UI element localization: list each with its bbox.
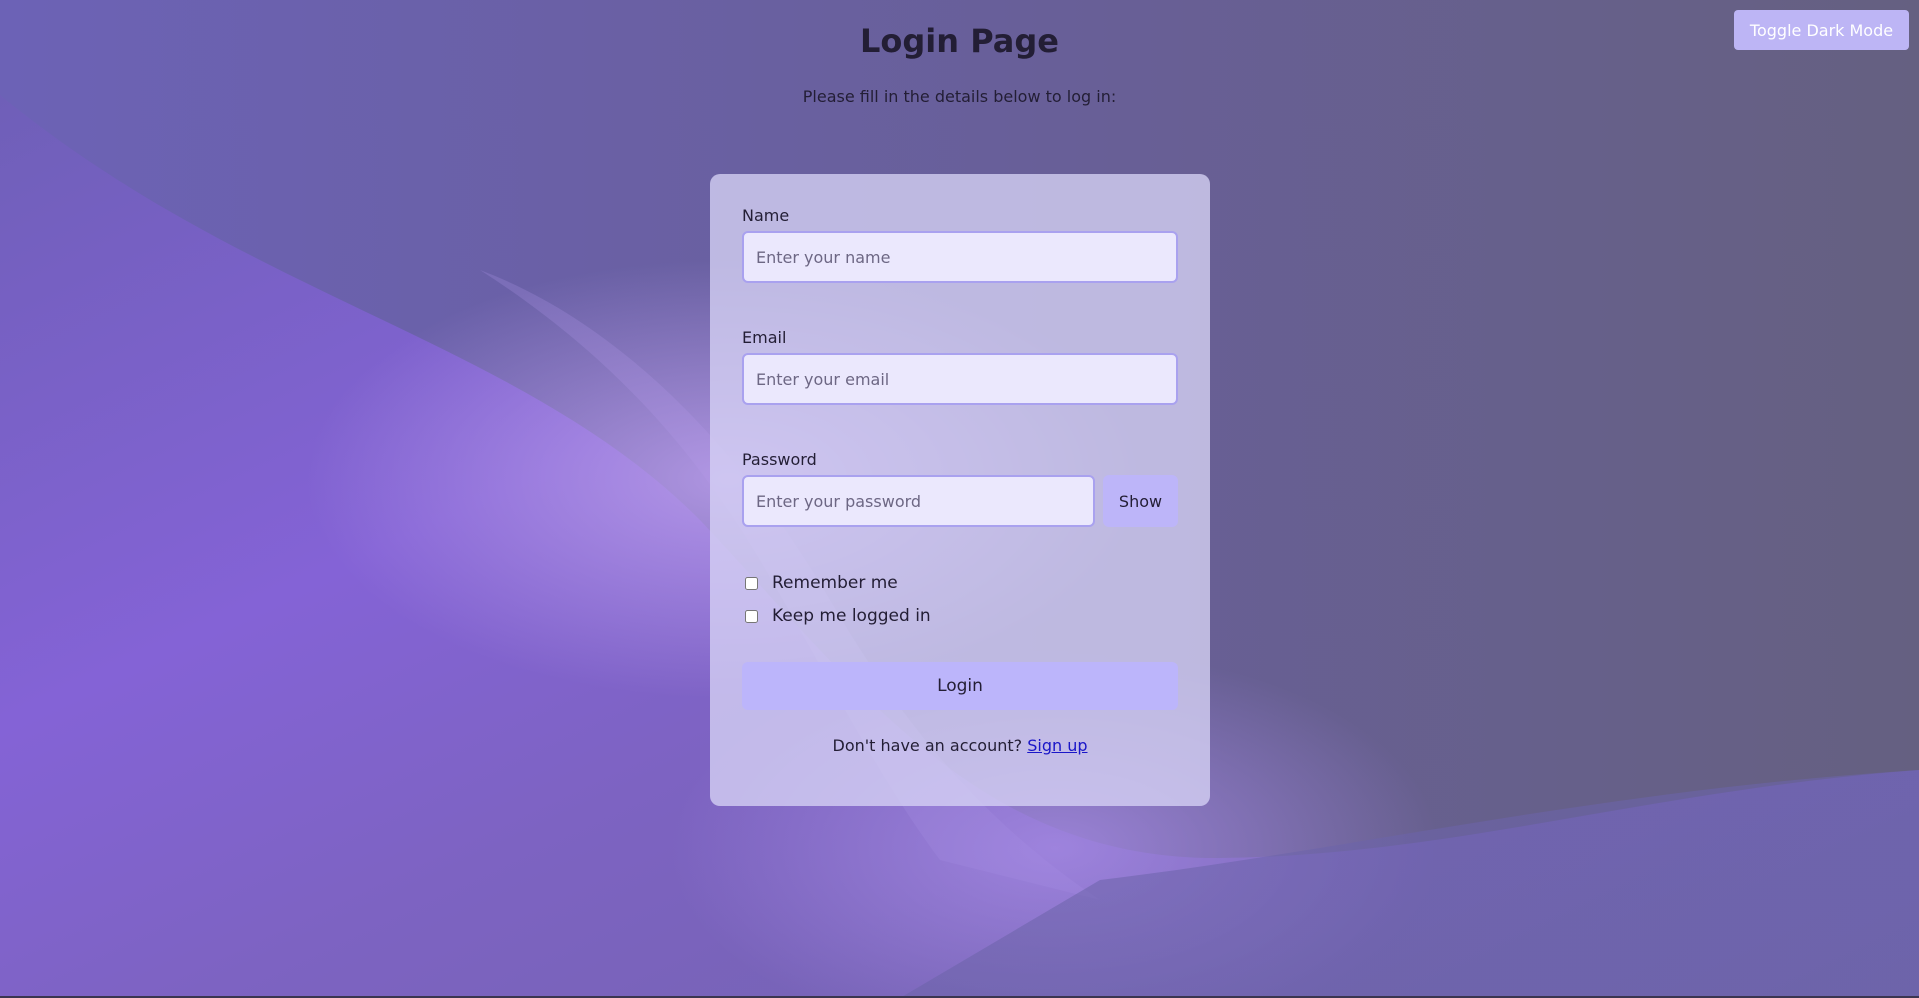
name-label: Name bbox=[742, 206, 790, 225]
signup-prompt: Don't have an account? Sign up bbox=[710, 736, 1210, 755]
remember-me-label: Remember me bbox=[772, 573, 898, 593]
keep-logged-in-label: Keep me logged in bbox=[772, 606, 931, 626]
keep-logged-in-checkbox[interactable] bbox=[745, 609, 758, 623]
remember-me-checkbox[interactable] bbox=[745, 576, 758, 590]
remember-me-row: Remember me bbox=[745, 573, 898, 593]
page-title: Login Page bbox=[860, 22, 1059, 60]
show-password-button[interactable]: Show bbox=[1103, 475, 1178, 527]
toggle-dark-mode-button[interactable]: Toggle Dark Mode bbox=[1734, 10, 1909, 50]
password-input[interactable] bbox=[742, 475, 1095, 527]
signup-link[interactable]: Sign up bbox=[1027, 736, 1087, 755]
password-label: Password bbox=[742, 450, 817, 469]
page-subtitle: Please fill in the details below to log … bbox=[802, 87, 1117, 106]
login-button[interactable]: Login bbox=[742, 662, 1178, 710]
keep-logged-in-row: Keep me logged in bbox=[745, 606, 931, 626]
login-form-card: Name Email Password Show Remember me Kee… bbox=[710, 174, 1210, 806]
email-input[interactable] bbox=[742, 353, 1178, 405]
signup-prompt-text: Don't have an account? bbox=[832, 736, 1023, 755]
name-input[interactable] bbox=[742, 231, 1178, 283]
email-label: Email bbox=[742, 328, 787, 347]
